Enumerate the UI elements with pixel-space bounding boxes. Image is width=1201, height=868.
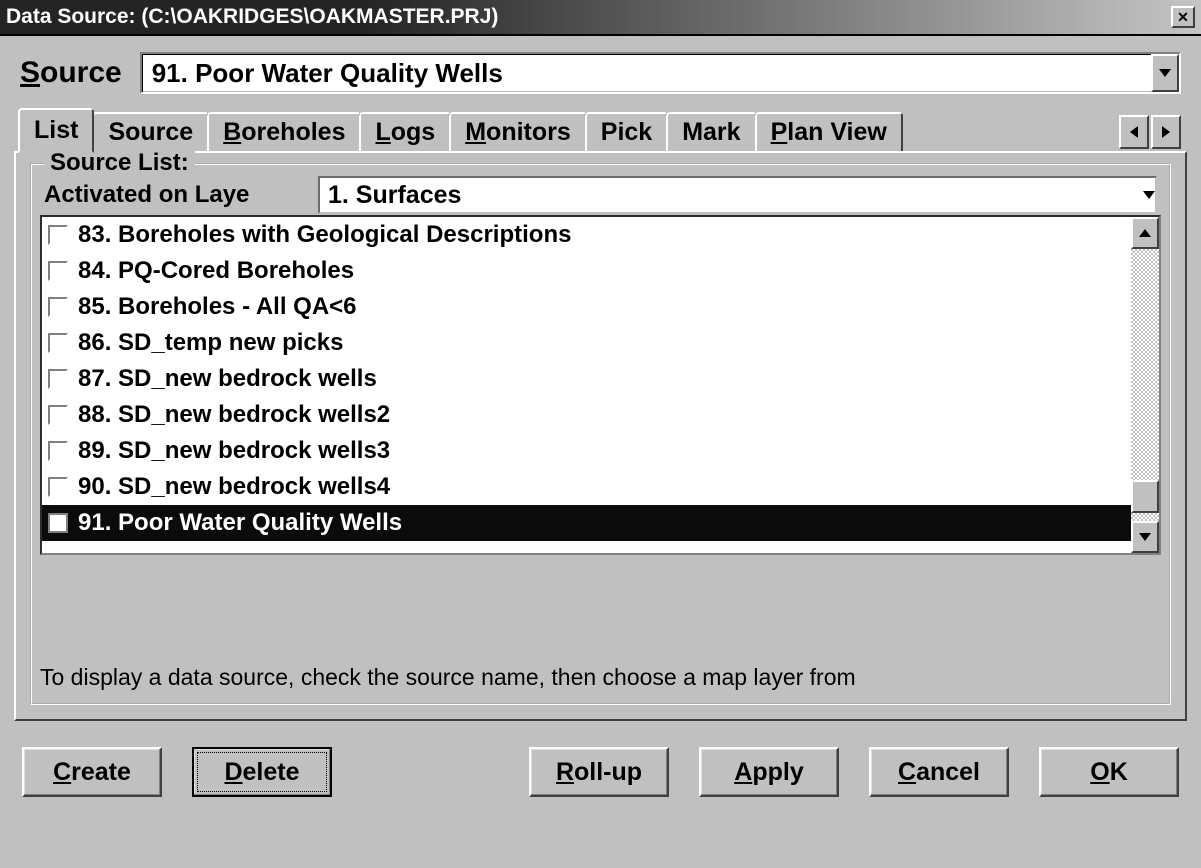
- list-item-label: 89. SD_new bedrock wells3: [78, 437, 390, 465]
- tab-list[interactable]: List: [18, 108, 94, 153]
- accel: C: [898, 758, 916, 786]
- list-item-checkbox[interactable]: [48, 369, 68, 389]
- arrow-up-icon: [1139, 229, 1151, 237]
- hint-text: To display a data source, check the sour…: [40, 664, 1161, 691]
- list-item[interactable]: 85. Boreholes - All QA<6: [42, 289, 1131, 325]
- list-item[interactable]: 87. SD_new bedrock wells: [42, 361, 1131, 397]
- list-item[interactable]: 83. Boreholes with Geological Descriptio…: [42, 217, 1131, 253]
- ok-button[interactable]: OK: [1039, 747, 1179, 797]
- list-item-checkbox[interactable]: [48, 225, 68, 245]
- list-item[interactable]: 89. SD_new bedrock wells3: [42, 433, 1131, 469]
- cancel-button[interactable]: Cancel: [869, 747, 1009, 797]
- list-scrollbar[interactable]: [1131, 217, 1159, 553]
- window-title: Data Source: (C:\OAKRIDGES\OAKMASTER.PRJ…: [6, 5, 1171, 29]
- source-combo-drop-button[interactable]: [1151, 54, 1179, 92]
- rollup-button[interactable]: Roll-up: [529, 747, 669, 797]
- accel: A: [734, 758, 752, 786]
- list-item-label: 87. SD_new bedrock wells: [78, 365, 377, 393]
- list-item-checkbox[interactable]: [48, 261, 68, 281]
- list-item[interactable]: 88. SD_new bedrock wells2: [42, 397, 1131, 433]
- list-item[interactable]: 84. PQ-Cored Boreholes: [42, 253, 1131, 289]
- source-combo-value: 91. Poor Water Quality Wells: [142, 58, 1151, 89]
- button-row: Create Delete Roll-up Apply Cancel OK: [14, 747, 1187, 797]
- arrow-right-icon: [1162, 126, 1170, 138]
- tab-scroll-right[interactable]: [1151, 115, 1181, 149]
- tab-source[interactable]: Source: [92, 112, 209, 151]
- list-item-label: 86. SD_temp new picks: [78, 329, 343, 357]
- close-button[interactable]: ✕: [1171, 6, 1195, 28]
- tab-monitors[interactable]: Monitors: [449, 112, 587, 151]
- list-item-label: 85. Boreholes - All QA<6: [78, 293, 357, 321]
- scroll-track[interactable]: [1131, 249, 1159, 521]
- apply-button[interactable]: Apply: [699, 747, 839, 797]
- tab-plan-view[interactable]: Plan View: [755, 112, 903, 151]
- list-item-checkbox[interactable]: [48, 405, 68, 425]
- tab-pick[interactable]: Pick: [585, 112, 668, 151]
- tab-strip: ListSourceBoreholesLogsMonitorsPickMarkP…: [18, 108, 1187, 151]
- list-item-label: 83. Boreholes with Geological Descriptio…: [78, 221, 571, 249]
- create-button[interactable]: Create: [22, 747, 162, 797]
- close-icon: ✕: [1177, 9, 1189, 26]
- group-legend: Source List:: [44, 149, 195, 177]
- arrow-down-icon: [1139, 533, 1151, 541]
- source-label: Source: [20, 56, 122, 90]
- tab-scroll-nav: [1119, 115, 1181, 151]
- list-item-checkbox[interactable]: [48, 441, 68, 461]
- source-list-group: Source List: Activated on Laye 1. Surfac…: [30, 163, 1171, 705]
- list-items-container: 83. Boreholes with Geological Descriptio…: [42, 217, 1131, 553]
- delete-button[interactable]: Delete: [192, 747, 332, 797]
- list-item-checkbox[interactable]: [48, 513, 68, 533]
- scroll-up-button[interactable]: [1131, 217, 1159, 249]
- accel: C: [53, 758, 71, 786]
- scroll-down-button[interactable]: [1131, 521, 1159, 553]
- client-area: Source 91. Poor Water Quality Wells List…: [0, 36, 1201, 868]
- layer-combo-drop-button[interactable]: [1143, 191, 1155, 199]
- tab-scroll-left[interactable]: [1119, 115, 1149, 149]
- accel: R: [556, 758, 574, 786]
- accel: D: [224, 758, 242, 786]
- tab-boreholes[interactable]: Boreholes: [207, 112, 361, 151]
- list-item-label: 88. SD_new bedrock wells2: [78, 401, 390, 429]
- source-row: Source 91. Poor Water Quality Wells: [20, 52, 1181, 94]
- tab-logs[interactable]: Logs: [359, 112, 451, 151]
- scroll-thumb[interactable]: [1131, 480, 1159, 513]
- layer-combo-value: 1. Surfaces: [320, 181, 1143, 210]
- list-item-label: 91. Poor Water Quality Wells: [78, 509, 402, 537]
- list-item-checkbox[interactable]: [48, 297, 68, 317]
- list-item-label: 90. SD_new bedrock wells4: [78, 473, 390, 501]
- layer-label: Activated on Laye: [44, 181, 314, 209]
- tab-mark[interactable]: Mark: [666, 112, 756, 151]
- layer-row: Activated on Laye 1. Surfaces: [44, 175, 1157, 215]
- data-source-window: Data Source: (C:\OAKRIDGES\OAKMASTER.PRJ…: [0, 0, 1201, 868]
- chevron-down-icon: [1143, 191, 1155, 199]
- source-listbox[interactable]: 83. Boreholes with Geological Descriptio…: [40, 215, 1161, 555]
- tab-page-list: Source List: Activated on Laye 1. Surfac…: [14, 151, 1187, 721]
- chevron-down-icon: [1159, 69, 1171, 77]
- list-item-label: 84. PQ-Cored Boreholes: [78, 257, 354, 285]
- list-item-checkbox[interactable]: [48, 333, 68, 353]
- list-item[interactable]: 90. SD_new bedrock wells4: [42, 469, 1131, 505]
- accel: O: [1090, 758, 1109, 786]
- list-item[interactable]: 86. SD_temp new picks: [42, 325, 1131, 361]
- title-bar: Data Source: (C:\OAKRIDGES\OAKMASTER.PRJ…: [0, 0, 1201, 36]
- list-item[interactable]: 91. Poor Water Quality Wells: [42, 505, 1131, 541]
- source-combo[interactable]: 91. Poor Water Quality Wells: [140, 52, 1181, 94]
- list-item-checkbox[interactable]: [48, 477, 68, 497]
- arrow-left-icon: [1130, 126, 1138, 138]
- layer-combo[interactable]: 1. Surfaces: [318, 176, 1157, 214]
